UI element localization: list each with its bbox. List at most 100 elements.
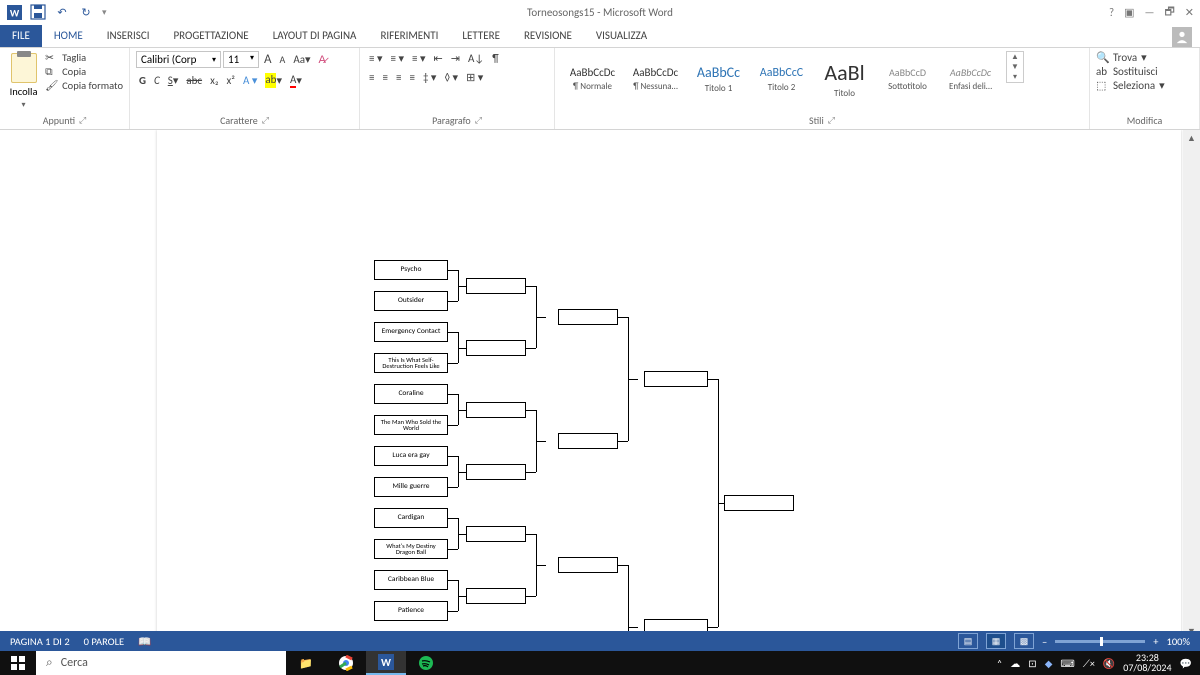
tray-chevron-icon[interactable]: ˄: [997, 657, 1002, 670]
style-item[interactable]: AaBbCcDcEnfasi deli…: [939, 51, 1002, 107]
bracket-slot[interactable]: [466, 588, 526, 604]
help-icon[interactable]: ?: [1109, 6, 1114, 19]
restore-icon[interactable]: 🗗: [1164, 3, 1174, 22]
line-spacing-button[interactable]: ‡ ▾: [420, 70, 440, 85]
bracket-entry[interactable]: Coraline: [374, 384, 448, 404]
spotify-icon[interactable]: [406, 651, 446, 675]
italic-button[interactable]: C: [151, 73, 163, 88]
font-color-button[interactable]: A ▾: [287, 72, 305, 89]
chrome-icon[interactable]: [326, 651, 366, 675]
font-launcher-icon[interactable]: ⤢: [262, 115, 269, 126]
bracket-slot[interactable]: [466, 340, 526, 356]
taskbar-search[interactable]: ⌕Cerca: [36, 651, 286, 675]
justify-button[interactable]: ≡: [406, 70, 417, 85]
bracket-slot[interactable]: [724, 495, 794, 511]
zoom-level[interactable]: 100%: [1167, 635, 1190, 648]
cut-button[interactable]: ✂Taglia: [45, 51, 123, 64]
qat-dropdown-icon[interactable]: ▾: [102, 7, 107, 18]
style-item[interactable]: AaBbCcCTitolo 2: [750, 51, 813, 107]
bracket-entry[interactable]: What's My Destiny Dragon Ball: [374, 539, 448, 559]
font-name-combo[interactable]: Calibri (Corp▾: [136, 51, 221, 68]
bracket-entry[interactable]: This Is What Self-Destruction Feels Like: [374, 353, 448, 373]
save-icon[interactable]: [30, 4, 46, 20]
bracket-entry[interactable]: The Man Who Sold the World: [374, 415, 448, 435]
change-case-button[interactable]: Aa ▾: [290, 52, 313, 67]
copy-button[interactable]: ⧉Copia: [45, 65, 123, 78]
close-icon[interactable]: ✕: [1185, 6, 1194, 19]
strikethrough-button[interactable]: abc: [183, 73, 205, 88]
onedrive-icon[interactable]: ☁: [1010, 657, 1020, 670]
notifications-icon[interactable]: 💬: [1180, 657, 1192, 670]
tab-layout[interactable]: LAYOUT DI PAGINA: [261, 25, 369, 47]
scroll-up-icon[interactable]: ▲: [1183, 130, 1200, 147]
borders-button[interactable]: ⊞ ▾: [463, 70, 486, 85]
tab-references[interactable]: RIFERIMENTI: [368, 25, 450, 47]
minimize-icon[interactable]: —: [1144, 6, 1154, 19]
bracket-entry[interactable]: Patience: [374, 601, 448, 621]
show-marks-button[interactable]: ¶: [489, 51, 501, 66]
user-avatar[interactable]: [1172, 27, 1192, 47]
tab-file[interactable]: FILE: [0, 25, 42, 47]
replace-button[interactable]: abSostituisci: [1096, 65, 1165, 78]
redo-icon[interactable]: ↻: [78, 4, 94, 20]
select-button[interactable]: ⬚Seleziona ▾: [1096, 79, 1165, 92]
vertical-scrollbar[interactable]: ▲ ▼: [1183, 130, 1200, 640]
spellcheck-icon[interactable]: 📖: [138, 635, 151, 648]
clear-formatting-button[interactable]: A̷: [316, 52, 329, 67]
bracket-entry[interactable]: Psycho: [374, 260, 448, 280]
word-taskbar-icon[interactable]: W: [366, 651, 406, 675]
align-right-button[interactable]: ≡: [393, 70, 404, 85]
style-item[interactable]: AaBlTitolo: [813, 51, 876, 107]
shading-button[interactable]: ◊ ▾: [441, 70, 461, 85]
align-left-button[interactable]: ≡: [366, 70, 377, 85]
shrink-font-button[interactable]: A: [277, 52, 289, 67]
taskbar-clock[interactable]: 23:2807/08/2024: [1123, 653, 1171, 673]
zoom-in-button[interactable]: +: [1153, 635, 1158, 648]
align-center-button[interactable]: ≡: [379, 70, 390, 85]
bracket-slot[interactable]: [644, 371, 708, 387]
language-icon[interactable]: ⌨: [1060, 657, 1074, 670]
grow-font-button[interactable]: A: [261, 51, 275, 68]
tab-design[interactable]: PROGETTAZIONE: [161, 25, 260, 47]
text-effects-button[interactable]: A ▾: [240, 73, 260, 88]
meet-icon[interactable]: ◆: [1045, 657, 1053, 670]
style-item[interactable]: AaBbCcTitolo 1: [687, 51, 750, 107]
bullet-list-button[interactable]: ≡ ▾: [366, 51, 386, 66]
highlight-button[interactable]: ab ▾: [262, 72, 285, 89]
style-item[interactable]: AaBbCcDc¶ Nessuna…: [624, 51, 687, 107]
start-button[interactable]: [0, 651, 36, 675]
style-item[interactable]: AaBbCcDc¶ Normale: [561, 51, 624, 107]
wifi-icon[interactable]: ⟋×: [1083, 657, 1095, 670]
sort-button[interactable]: A↓: [465, 51, 487, 66]
read-mode-button[interactable]: ▤: [958, 633, 978, 649]
tab-view[interactable]: VISUALIZZA: [584, 25, 659, 47]
multilevel-list-button[interactable]: ≡ ▾: [409, 51, 429, 66]
zoom-slider[interactable]: [1055, 640, 1145, 643]
style-item[interactable]: AaBbCcDSottotitolo: [876, 51, 939, 107]
web-layout-button[interactable]: ▩: [1014, 633, 1034, 649]
number-list-button[interactable]: ≡ ▾: [388, 51, 408, 66]
bracket-entry[interactable]: Emergency Contact: [374, 322, 448, 342]
bracket-entry[interactable]: Luca era gay: [374, 446, 448, 466]
tray-status-icon[interactable]: ⊡: [1028, 657, 1036, 670]
bracket-entry[interactable]: Cardigan: [374, 508, 448, 528]
bracket-slot[interactable]: [466, 402, 526, 418]
font-size-combo[interactable]: 11▾: [223, 51, 259, 68]
undo-icon[interactable]: ↶: [54, 4, 70, 20]
word-count[interactable]: 0 PAROLE: [84, 635, 125, 648]
bracket-entry[interactable]: Outsider: [374, 291, 448, 311]
ribbon-display-icon[interactable]: ▣: [1124, 6, 1134, 19]
volume-icon[interactable]: 🔇: [1103, 657, 1115, 670]
underline-button[interactable]: S ▾: [165, 73, 182, 88]
increase-indent-button[interactable]: ⇥: [448, 51, 463, 66]
tab-home[interactable]: HOME: [42, 25, 95, 47]
styles-launcher-icon[interactable]: ⤢: [828, 115, 835, 126]
styles-scroll[interactable]: ▲▼▾: [1006, 51, 1024, 83]
tab-review[interactable]: REVISIONE: [512, 25, 584, 47]
format-painter-button[interactable]: 🖌Copia formato: [45, 79, 123, 92]
subscript-button[interactable]: x₂: [207, 73, 221, 88]
tab-mailings[interactable]: LETTERE: [450, 25, 512, 47]
tab-insert[interactable]: INSERISCI: [95, 25, 162, 47]
bracket-slot[interactable]: [558, 433, 618, 449]
bracket-entry[interactable]: Caribbean Blue: [374, 570, 448, 590]
